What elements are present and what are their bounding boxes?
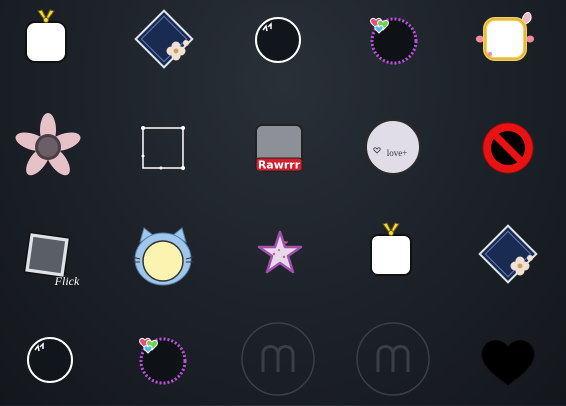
frame-prohibited-sign[interactable] (463, 103, 553, 193)
yellow-bunny-icon (475, 12, 535, 61)
frame-flick-tilted[interactable]: Flick (5, 213, 95, 303)
heart-ring-icon (139, 337, 187, 385)
pink-flower-icon (15, 113, 81, 176)
frame-diamond-flower[interactable] (119, 0, 209, 84)
pink-star-icon (257, 230, 303, 274)
frame-blue-cat[interactable] (118, 212, 208, 302)
frame-sparkle-square[interactable] (118, 103, 208, 193)
frame-pink-flower[interactable] (3, 102, 93, 192)
diamond-flower-icon (134, 9, 194, 69)
frame-black-heart[interactable] (463, 316, 553, 406)
frame-dark-circle-2[interactable] (5, 315, 95, 405)
frame-pink-star[interactable] (235, 209, 325, 299)
love-label: love+ (387, 148, 408, 158)
black-heart-icon (481, 340, 535, 386)
flick-tilted-icon: Flick (23, 231, 80, 288)
frame-dark-circle[interactable] (233, 0, 323, 85)
bow-square-icon (370, 222, 412, 276)
dark-circle-icon (27, 337, 73, 383)
diamond-flower-icon (478, 224, 538, 284)
blue-cat-icon (131, 227, 195, 286)
frame-locked-m-1[interactable] (233, 314, 323, 404)
rawrrr-tag-icon: Rawrrr (255, 124, 303, 172)
frame-bow-square[interactable] (3, 0, 93, 83)
dark-circle-icon (255, 17, 301, 63)
frame-heart-dotted-ring-2[interactable] (118, 314, 208, 404)
frame-yellow-bunny[interactable] (460, 0, 550, 83)
locked-m-icon (356, 322, 430, 396)
frame-locked-m-2[interactable] (348, 314, 438, 404)
frame-rawrrr-tag[interactable]: Rawrrr (234, 103, 324, 193)
frame-grid: Rawrrr love+ Flick (0, 0, 566, 405)
bow-square-icon (25, 9, 67, 63)
flick-label: Flick (54, 274, 80, 288)
sparkle-square-icon (141, 126, 185, 170)
frame-bow-square-2[interactable] (348, 206, 438, 296)
love-circle-icon: love+ (365, 119, 421, 175)
heart-ring-icon (370, 17, 418, 65)
rawrrr-label: Rawrrr (258, 159, 301, 172)
frame-love-circle[interactable]: love+ (348, 102, 438, 192)
prohibited-sign-icon (482, 122, 534, 174)
frame-heart-dotted-ring[interactable] (349, 0, 439, 84)
frame-diamond-flower-2[interactable] (463, 209, 553, 299)
locked-m-icon (241, 322, 315, 396)
